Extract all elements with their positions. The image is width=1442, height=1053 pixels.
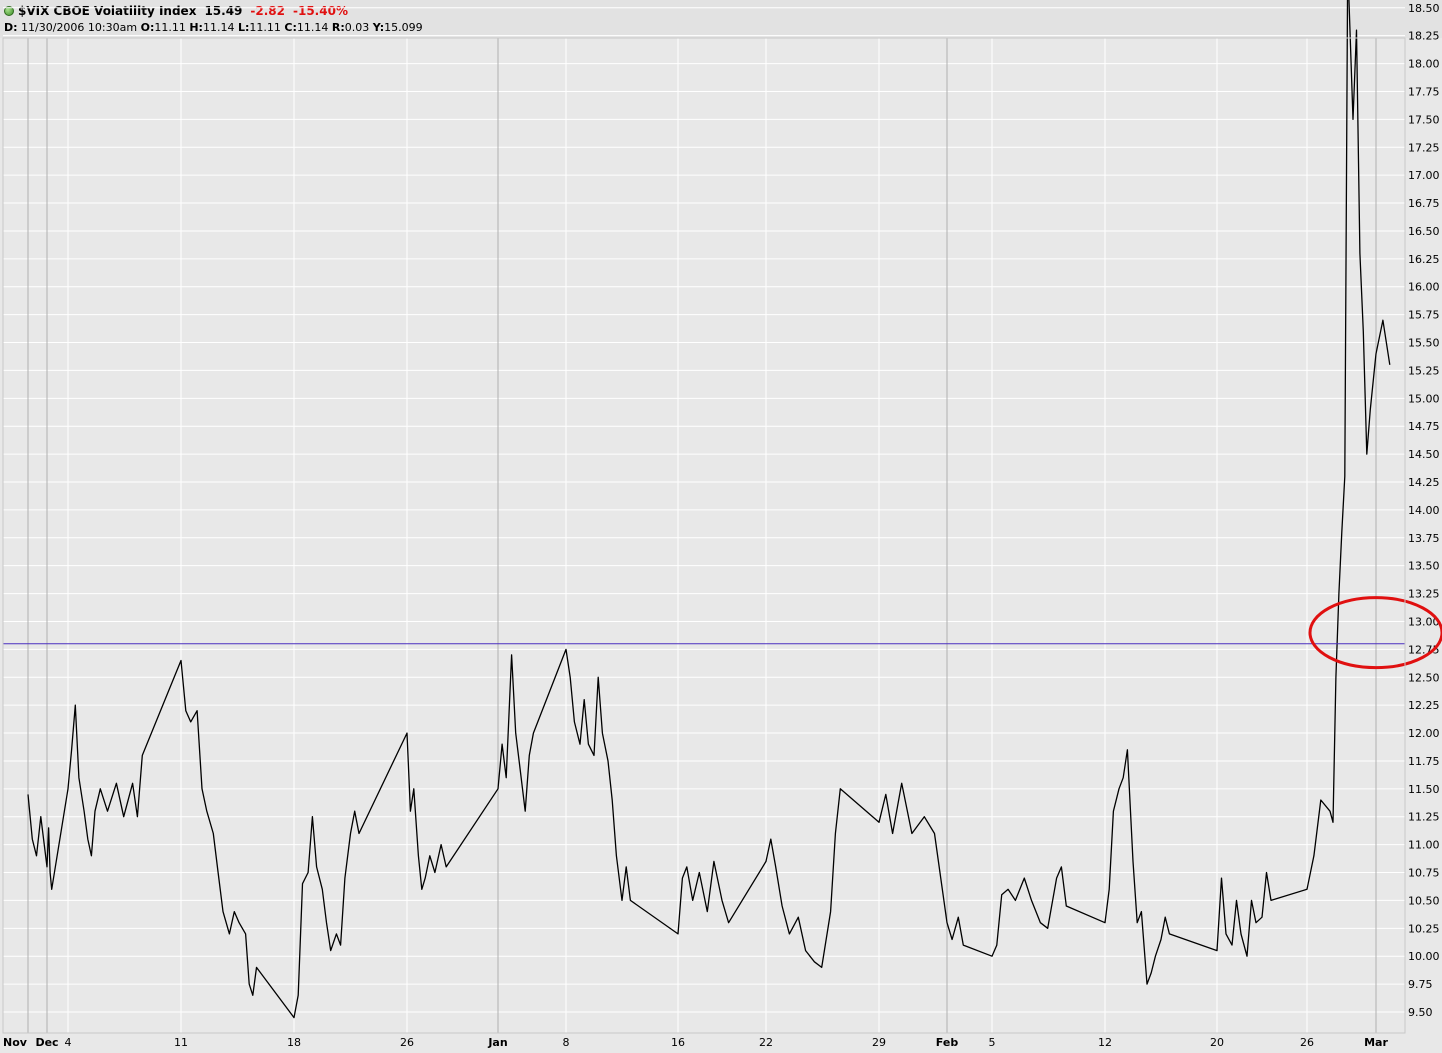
x-tick-label: 20	[1210, 1036, 1224, 1049]
x-tick-label: 11	[174, 1036, 188, 1049]
y-tick-label: 16.50	[1408, 225, 1440, 238]
x-tick-label: 8	[563, 1036, 570, 1049]
y-tick-label: 16.00	[1408, 281, 1440, 294]
y-tick-label: 18.25	[1408, 30, 1440, 43]
x-tick-label: 26	[1300, 1036, 1314, 1049]
x-tick-label: 29	[872, 1036, 886, 1049]
x-tick-label: Dec	[35, 1036, 58, 1049]
y-tick-label: 15.00	[1408, 392, 1440, 405]
x-tick-label: Nov	[3, 1036, 28, 1049]
y-tick-label: 17.50	[1408, 113, 1440, 126]
y-tick-label: 15.25	[1408, 364, 1440, 377]
x-tick-label: 4	[65, 1036, 72, 1049]
y-tick-label: 16.75	[1408, 197, 1440, 210]
y-tick-label: 15.75	[1408, 309, 1440, 322]
y-tick-label: 13.25	[1408, 588, 1440, 601]
y-tick-label: 17.75	[1408, 85, 1440, 98]
x-tick-label: 26	[400, 1036, 414, 1049]
plot-area	[3, 38, 1405, 1033]
y-tick-label: 16.25	[1408, 253, 1440, 266]
y-tick-label: 18.50	[1408, 2, 1440, 15]
y-tick-label: 10.50	[1408, 894, 1440, 907]
x-tick-label: 12	[1098, 1036, 1112, 1049]
x-tick-label: 16	[671, 1036, 685, 1049]
y-tick-label: 15.50	[1408, 337, 1440, 350]
y-tick-label: 17.25	[1408, 141, 1440, 154]
x-tick-label: Mar	[1364, 1036, 1388, 1049]
y-tick-label: 14.25	[1408, 476, 1440, 489]
x-tick-label: 5	[989, 1036, 996, 1049]
x-tick-label: Feb	[936, 1036, 959, 1049]
y-tick-label: 13.75	[1408, 532, 1440, 545]
y-tick-label: 13.50	[1408, 560, 1440, 573]
y-tick-label: 11.25	[1408, 811, 1440, 824]
y-tick-label: 11.75	[1408, 755, 1440, 768]
y-tick-label: 12.50	[1408, 671, 1440, 684]
y-tick-label: 17.00	[1408, 169, 1440, 182]
y-tick-label: 12.25	[1408, 699, 1440, 712]
y-tick-label: 9.75	[1408, 978, 1433, 991]
y-tick-label: 14.00	[1408, 504, 1440, 517]
y-tick-label: 10.75	[1408, 867, 1440, 880]
y-tick-label: 11.50	[1408, 783, 1440, 796]
vix-chart[interactable]: 9.50 9.75 10.00 10.25 10.50 10.75 11.00 11.25 11…	[0, 0, 1442, 1053]
y-tick-label: 14.75	[1408, 420, 1440, 433]
y-tick-label: 10.00	[1408, 950, 1440, 963]
y-tick-label: 9.50	[1408, 1006, 1433, 1019]
y-tick-label: 14.50	[1408, 448, 1440, 461]
y-tick-label: 12.00	[1408, 727, 1440, 740]
x-tick-label: Jan	[487, 1036, 507, 1049]
y-tick-label: 18.00	[1408, 58, 1440, 71]
y-tick-label: 10.25	[1408, 922, 1440, 935]
x-tick-label: 18	[287, 1036, 301, 1049]
y-tick-label: 11.00	[1408, 839, 1440, 852]
x-tick-label: 22	[759, 1036, 773, 1049]
